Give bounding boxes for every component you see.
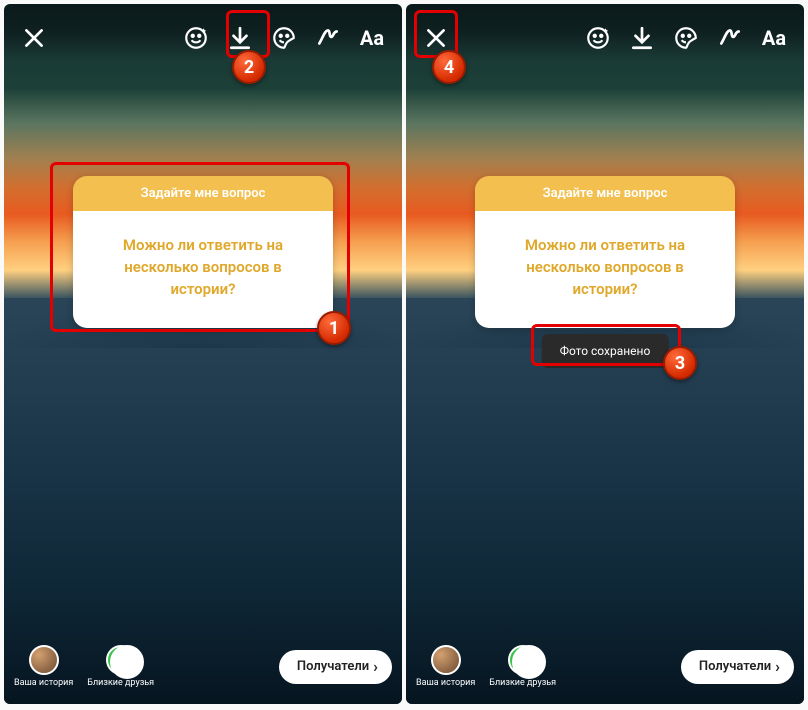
- chevron-right-icon: ›: [373, 659, 378, 675]
- face-filter-button[interactable]: [180, 22, 212, 54]
- question-sticker-header: Задайте мне вопрос: [475, 176, 735, 211]
- recipients-label: Получатели: [699, 659, 771, 674]
- your-story-label: Ваша история: [416, 678, 475, 688]
- download-button[interactable]: [626, 22, 658, 54]
- phone-screen-left: Aa Задайте мне вопрос Можно ли ответить …: [4, 4, 402, 704]
- bottom-bar: Ваша история Близкие друзья Получатели ›: [416, 645, 794, 688]
- toolbar-right-group: Aa: [582, 22, 790, 54]
- sticker-button[interactable]: [268, 22, 300, 54]
- your-story-button[interactable]: Ваша история: [416, 645, 475, 688]
- question-sticker-body: Можно ли ответить на несколько вопросов …: [73, 211, 333, 328]
- sticker-icon: [271, 25, 297, 51]
- chevron-right-icon: ›: [775, 659, 780, 675]
- question-sticker-body: Можно ли ответить на несколько вопросов …: [475, 211, 735, 328]
- annotation-badge-4: 4: [432, 50, 466, 84]
- close-button[interactable]: [18, 22, 50, 54]
- close-icon: [21, 25, 47, 51]
- draw-button[interactable]: [312, 22, 344, 54]
- text-button[interactable]: Aa: [758, 22, 790, 54]
- face-filter-button[interactable]: [582, 22, 614, 54]
- avatar: [431, 645, 461, 675]
- close-friends-button[interactable]: Близкие друзья: [489, 645, 556, 688]
- toolbar-right-group: Aa: [180, 22, 388, 54]
- phone-screen-right: Aa Задайте мне вопрос Можно ли ответить …: [406, 4, 804, 704]
- your-story-label: Ваша история: [14, 678, 73, 688]
- avatar: [29, 645, 59, 675]
- close-friends-button[interactable]: Близкие друзья: [87, 645, 154, 688]
- annotation-badge-2: 2: [232, 50, 266, 84]
- text-icon: Aa: [762, 26, 786, 50]
- bottom-bar: Ваша история Близкие друзья Получатели ›: [14, 645, 392, 688]
- photo-saved-toast: Фото сохранено: [542, 334, 669, 368]
- smiley-sparkle-icon: [585, 25, 611, 51]
- close-icon: [423, 25, 449, 51]
- question-sticker[interactable]: Задайте мне вопрос Можно ли ответить на …: [475, 176, 735, 328]
- text-icon: Aa: [360, 26, 384, 50]
- draw-button[interactable]: [714, 22, 746, 54]
- question-sticker[interactable]: Задайте мне вопрос Можно ли ответить на …: [73, 176, 333, 328]
- scribble-icon: [717, 25, 743, 51]
- text-button[interactable]: Aa: [356, 22, 388, 54]
- scribble-icon: [315, 25, 341, 51]
- close-friends-icon: [106, 645, 136, 675]
- question-sticker-header: Задайте мне вопрос: [73, 176, 333, 211]
- close-button[interactable]: [420, 22, 452, 54]
- your-story-button[interactable]: Ваша история: [14, 645, 73, 688]
- close-friends-label: Близкие друзья: [87, 678, 154, 688]
- recipients-label: Получатели: [297, 659, 369, 674]
- recipients-button[interactable]: Получатели ›: [279, 650, 392, 684]
- smiley-sparkle-icon: [183, 25, 209, 51]
- download-button[interactable]: [224, 22, 256, 54]
- sticker-icon: [673, 25, 699, 51]
- download-icon: [629, 25, 655, 51]
- close-friends-label: Близкие друзья: [489, 678, 556, 688]
- story-toolbar: Aa: [420, 22, 790, 54]
- close-friends-icon: [508, 645, 538, 675]
- story-toolbar: Aa: [18, 22, 388, 54]
- background-mountains: [4, 298, 402, 704]
- recipients-button[interactable]: Получатели ›: [681, 650, 794, 684]
- sticker-button[interactable]: [670, 22, 702, 54]
- download-icon: [227, 25, 253, 51]
